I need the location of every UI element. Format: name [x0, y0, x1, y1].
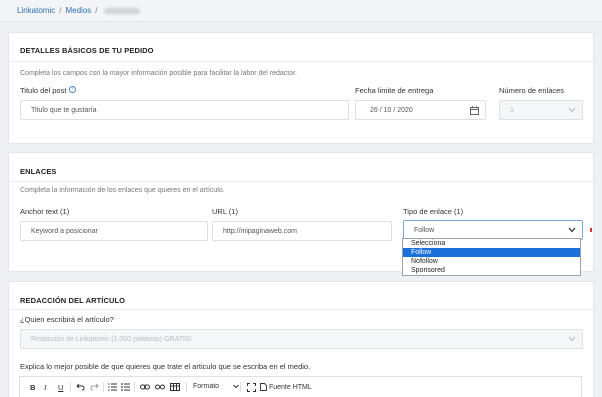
url-input[interactable]: http://mipaginaweb.com	[212, 221, 392, 241]
italic-button[interactable]: I	[44, 383, 47, 392]
links-title: ENLACES	[20, 167, 57, 176]
redo-icon[interactable]	[90, 383, 99, 391]
explain-label: Explica lo mejor posible de que quieres …	[20, 362, 311, 371]
table-icon[interactable]	[170, 383, 180, 391]
basic-details-title: DETALLES BÁSICOS DE TU PEDIDO	[20, 46, 154, 55]
source-html-label: Fuente HTML	[268, 383, 312, 391]
option-selecciona[interactable]: Selecciona	[403, 239, 580, 248]
format-dropdown[interactable]: Formato	[193, 383, 239, 390]
breadcrumb: Linkatomic / Medios /	[0, 0, 602, 22]
basic-details-description: Completa los campos con la mayor informa…	[20, 70, 298, 77]
undo-icon[interactable]	[76, 383, 85, 391]
link-type-value: Follow	[414, 227, 435, 234]
option-sponsored[interactable]: Sponsored	[403, 266, 580, 275]
toolbar-separator	[240, 382, 241, 392]
links-count-value: 1	[510, 107, 514, 114]
writer-label: ¿Quien escribirá el artículo?	[20, 315, 114, 324]
card-divider	[9, 61, 593, 62]
links-count-select: 1	[499, 100, 583, 120]
deadline-label: Fecha limite de entrega	[355, 86, 434, 95]
underline-button[interactable]: U	[58, 383, 63, 392]
document-icon	[260, 383, 267, 391]
link-type-select[interactable]: Follow	[403, 220, 583, 240]
bold-button[interactable]: B	[30, 383, 35, 392]
info-icon[interactable]: i	[69, 86, 77, 93]
format-label: Formato	[193, 383, 220, 390]
breadcrumb-separator: /	[59, 6, 62, 15]
chevron-down-icon[interactable]	[568, 227, 576, 233]
breadcrumb-root-link[interactable]: Linkatomic	[17, 6, 55, 15]
unlink-icon[interactable]	[155, 383, 165, 391]
deadline-date-input[interactable]: 26 / 10 / 2020	[355, 100, 486, 120]
chevron-down-icon	[233, 384, 239, 388]
writer-value: Redacción de Linkatomic (1.000 palabras)…	[31, 336, 192, 343]
post-title-label: Titulo del post i	[20, 86, 77, 95]
link-type-label: Tipo de enlace (1)	[403, 207, 464, 216]
deadline-value: 26 / 10 / 2020	[370, 107, 413, 114]
toolbar-separator	[186, 382, 187, 392]
writer-select: Redacción de Linkatomic (1.000 palabras)…	[20, 329, 583, 349]
anchor-text-placeholder: Keyword a posicionar	[31, 228, 98, 235]
source-html-button[interactable]: Fuente HTML	[260, 383, 312, 391]
article-title: REDACCIÓN DEL ARTÍCULO	[20, 296, 126, 305]
option-nofollow[interactable]: Nofollow	[403, 257, 580, 266]
card-divider	[9, 309, 593, 310]
editor-toolbar: B I U Formato Fuente HTML	[19, 376, 582, 397]
post-title-label-text: Titulo del post	[20, 86, 67, 95]
fullscreen-icon[interactable]	[247, 383, 256, 392]
post-title-input[interactable]: Titulo que te gustaría	[20, 100, 349, 120]
card-divider	[9, 181, 593, 182]
links-description: Completa la información de los enlaces q…	[20, 187, 225, 194]
toolbar-separator	[103, 382, 104, 392]
toolbar-separator	[134, 382, 135, 392]
basic-details-card: DETALLES BÁSICOS DE TU PEDIDO Completa l…	[8, 32, 594, 144]
link-type-options[interactable]: Selecciona Follow Nofollow Sponsored	[402, 238, 581, 276]
link-icon[interactable]	[140, 383, 150, 391]
calendar-icon[interactable]	[470, 106, 479, 115]
option-follow[interactable]: Follow	[403, 248, 580, 257]
chevron-down-icon	[568, 107, 576, 113]
breadcrumb-section-link[interactable]: Medios	[65, 6, 91, 15]
breadcrumb-separator: /	[95, 6, 98, 15]
url-placeholder: http://mipaginaweb.com	[223, 228, 297, 235]
toolbar-separator	[70, 382, 71, 392]
post-title-placeholder: Titulo que te gustaría	[31, 107, 97, 114]
url-label: URL (1)	[212, 207, 238, 216]
breadcrumb-current-blurred	[103, 7, 140, 14]
chevron-down-icon	[568, 336, 576, 342]
links-count-label: Número de enlaces	[499, 86, 565, 95]
bullet-list-icon[interactable]	[121, 383, 130, 391]
required-marker	[590, 228, 592, 232]
anchor-text-input[interactable]: Keyword a posicionar	[20, 221, 208, 241]
numbered-list-icon[interactable]	[108, 383, 117, 391]
anchor-text-label: Anchor text (1)	[20, 207, 70, 216]
